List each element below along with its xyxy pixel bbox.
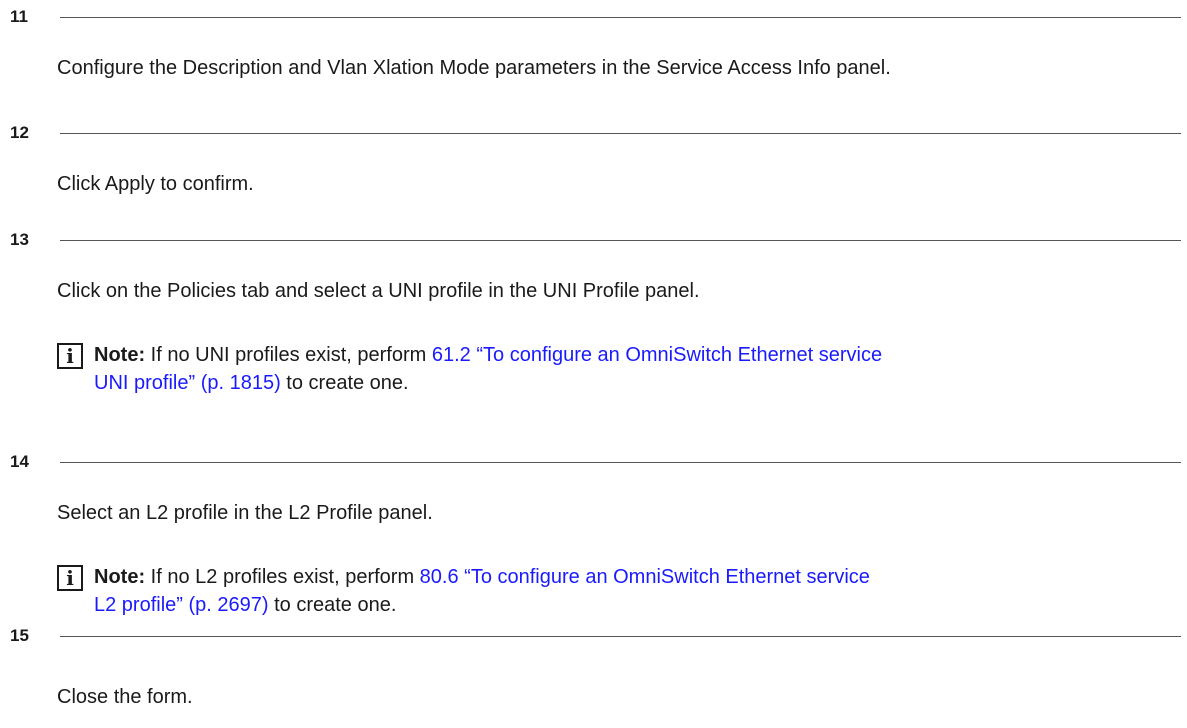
step-instruction: Close the form. bbox=[57, 686, 193, 708]
step-number: 15 bbox=[10, 626, 29, 645]
note-label: Note: bbox=[94, 566, 146, 588]
step-number: 11 bbox=[10, 7, 28, 26]
link-text-line1: 61.2 “To configure an OmniSwitch Etherne… bbox=[431, 344, 883, 366]
note-prefix: If no L2 profiles exist, perform bbox=[145, 566, 420, 588]
info-icon: i bbox=[57, 565, 83, 591]
step-divider bbox=[60, 636, 1181, 637]
step-divider bbox=[60, 462, 1181, 463]
step-header: 11 bbox=[0, 6, 1187, 30]
step-divider bbox=[60, 17, 1181, 18]
info-icon: i bbox=[57, 343, 83, 369]
step-header: 14 bbox=[0, 451, 1187, 475]
note-text: Note: If no UNI profiles exist, perform … bbox=[94, 341, 1174, 397]
step-number: 12 bbox=[10, 123, 29, 142]
note-text: Note: If no L2 profiles exist, perform 8… bbox=[94, 563, 1174, 619]
step-divider bbox=[60, 240, 1181, 241]
note-label: Note: bbox=[94, 344, 146, 366]
link-text-line1: 80.6 “To configure an OmniSwitch Etherne… bbox=[419, 566, 870, 588]
note-suffix: to create one. bbox=[268, 594, 397, 616]
step-instruction: Click Apply to confirm. bbox=[57, 173, 254, 195]
step-divider bbox=[60, 133, 1181, 134]
step-instruction: Select an L2 profile in the L2 Profile p… bbox=[57, 502, 433, 524]
note-suffix: to create one. bbox=[280, 372, 409, 394]
note-box: i Note: If no L2 profiles exist, perform… bbox=[57, 563, 1177, 623]
step-instruction: Click on the Policies tab and select a U… bbox=[57, 280, 700, 302]
link-text-line2: L2 profile” (p. 2697) bbox=[94, 594, 269, 616]
step-header: 12 bbox=[0, 122, 1187, 146]
step-header: 13 bbox=[0, 229, 1187, 253]
step-number: 13 bbox=[10, 230, 29, 249]
link-text-line2: UNI profile” (p. 1815) bbox=[94, 372, 281, 394]
step-number: 14 bbox=[10, 452, 29, 471]
step-header: 15 bbox=[0, 625, 1187, 649]
step-instruction: Configure the Description and Vlan Xlati… bbox=[57, 57, 891, 79]
note-prefix: If no UNI profiles exist, perform bbox=[145, 344, 432, 366]
note-box: i Note: If no UNI profiles exist, perfor… bbox=[57, 341, 1177, 401]
